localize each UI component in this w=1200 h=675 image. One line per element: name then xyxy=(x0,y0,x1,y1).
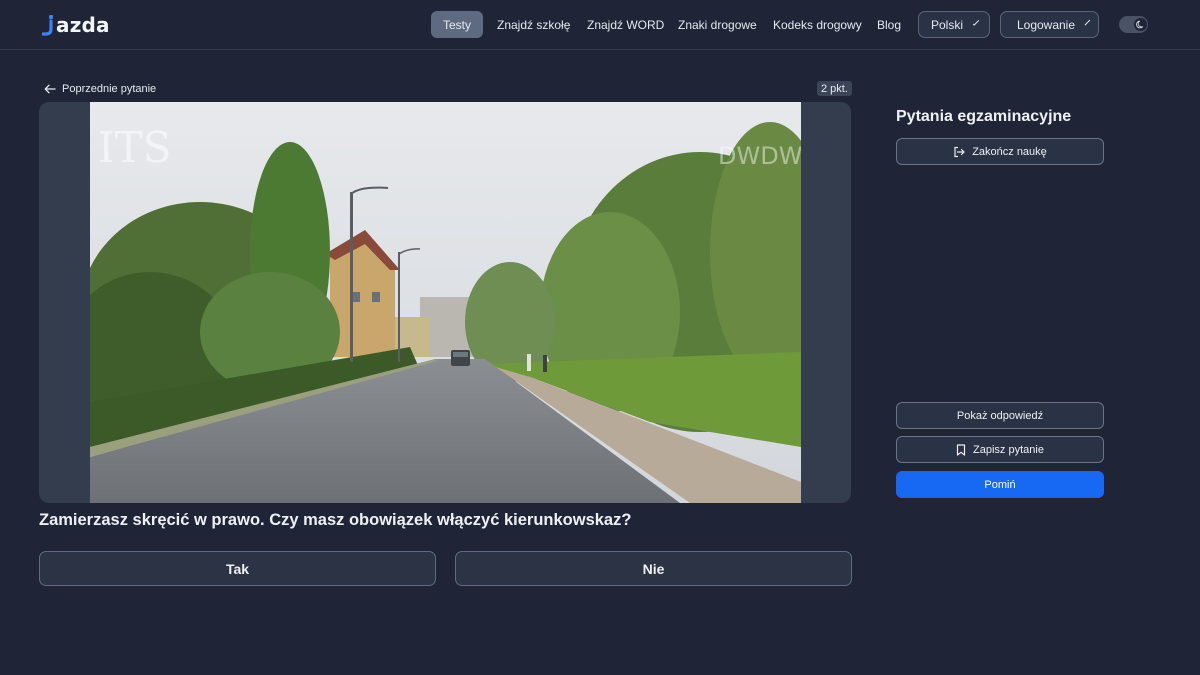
skip-label: Pomiń xyxy=(984,478,1016,491)
answer-no-button[interactable]: Nie xyxy=(455,551,852,586)
watermark-its: ITS xyxy=(98,123,171,172)
points-badge: 2 pkt. xyxy=(817,81,852,96)
show-answer-button[interactable]: Pokaż odpowiedź xyxy=(896,402,1104,429)
question-text: Zamierzasz skręcić w prawo. Czy masz obo… xyxy=(39,511,632,529)
site-logo[interactable]: azda xyxy=(42,12,110,38)
sidebar-title: Pytania egzaminacyjne xyxy=(896,108,1072,125)
toggle-knob xyxy=(1134,18,1147,31)
logo-text: azda xyxy=(56,13,110,37)
language-dropdown[interactable]: Polski xyxy=(918,11,990,38)
login-label: Logowanie xyxy=(1016,17,1076,32)
logo-j-mark xyxy=(42,15,53,36)
previous-question-label: Poprzednie pytanie xyxy=(62,83,157,95)
nav-znajdz-word[interactable]: Znajdź WORD xyxy=(575,11,676,38)
save-question-label: Zapisz pytanie xyxy=(973,443,1044,456)
nav-blog[interactable]: Blog xyxy=(865,11,913,38)
question-media: ITS DWDW xyxy=(39,102,851,503)
nav-znajdz-szkole[interactable]: Znajdź szkołę xyxy=(485,11,582,38)
road-scene-photo: ITS DWDW xyxy=(90,102,801,503)
show-answer-label: Pokaż odpowiedź xyxy=(956,409,1044,422)
answer-yes-button[interactable]: Tak xyxy=(39,551,436,586)
bookmark-icon xyxy=(956,443,966,456)
save-question-button[interactable]: Zapisz pytanie xyxy=(896,436,1104,463)
end-learning-label: Zakończ naukę xyxy=(972,145,1047,158)
nav-testy[interactable]: Testy xyxy=(431,11,484,38)
moon-icon xyxy=(1136,20,1144,29)
theme-toggle[interactable] xyxy=(1119,16,1148,33)
login-dropdown[interactable]: Logowanie xyxy=(1000,11,1099,38)
end-learning-button[interactable]: Zakończ naukę xyxy=(896,138,1104,165)
nav-znaki-drogowe[interactable]: Znaki drogowe xyxy=(666,11,769,38)
nav-kodeks-drogowy[interactable]: Kodeks drogowy xyxy=(761,11,874,38)
watermark-dwdw: DWDW xyxy=(718,142,801,170)
chevron-down-icon xyxy=(1084,19,1091,26)
previous-question-link[interactable]: Poprzednie pytanie xyxy=(44,81,156,97)
language-label: Polski xyxy=(931,17,964,32)
exit-icon xyxy=(954,146,965,157)
top-navbar: azda Testy Znajdź szkołę Znajdź WORD Zna… xyxy=(0,0,1200,50)
arrow-left-icon xyxy=(44,84,56,94)
chevron-down-icon xyxy=(972,19,980,26)
skip-button[interactable]: Pomiń xyxy=(896,471,1104,498)
